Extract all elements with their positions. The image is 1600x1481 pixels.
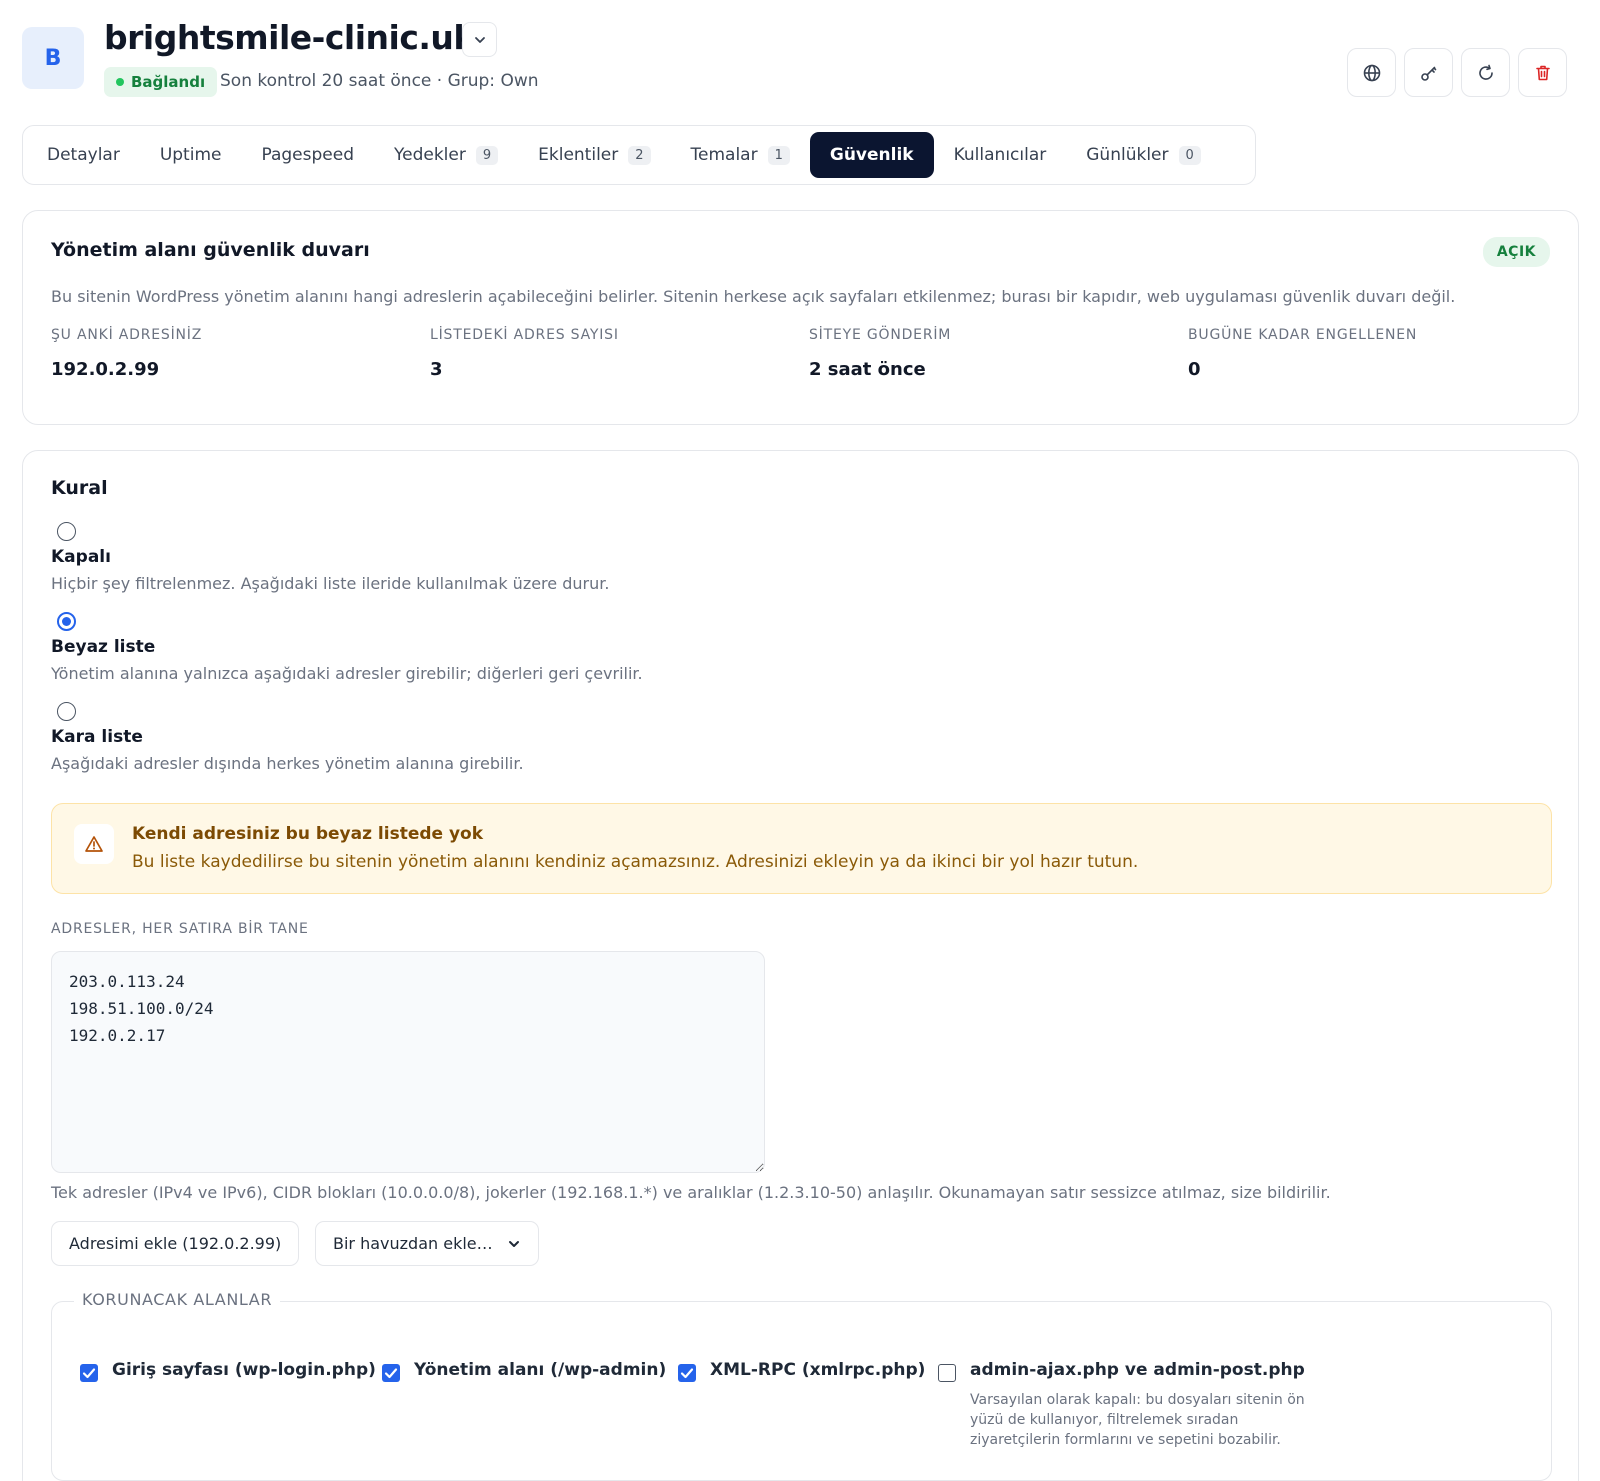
chevron-down-icon <box>474 36 485 43</box>
wp-admin-checkbox[interactable] <box>382 1364 400 1382</box>
tab-security[interactable]: Güvenlik <box>809 132 934 178</box>
stat-last-push: SİTEYE GÖNDERİM 2 saat önce <box>809 327 951 380</box>
rule-option-desc: Hiçbir şey filtrelenmez. Aşağıdaki liste… <box>51 574 610 593</box>
pool-select[interactable]: Bir havuzdan ekle… <box>315 1221 539 1266</box>
tab-count-badge: 0 <box>1178 145 1201 165</box>
admin-ajax-checkbox[interactable] <box>938 1364 956 1382</box>
addresses-help: Tek adresler (IPv4 ve IPv6), CIDR blokla… <box>51 1183 1331 1202</box>
rule-option-title: Kara liste <box>51 727 143 747</box>
warning-title: Kendi adresiniz bu beyaz listede yok <box>132 824 484 844</box>
rule-blacklist-radio[interactable] <box>57 702 76 721</box>
stat-value: 0 <box>1188 359 1201 380</box>
tab-count-badge: 1 <box>767 145 790 165</box>
refresh-button[interactable] <box>1461 48 1510 97</box>
tab-label: Eklentiler <box>538 145 619 165</box>
rule-whitelist-radio[interactable] <box>57 612 76 631</box>
key-icon <box>1420 66 1436 81</box>
wp-login-checkbox[interactable] <box>80 1364 98 1382</box>
tab-label: Günlükler <box>1086 145 1169 165</box>
open-site-button[interactable] <box>1347 48 1396 97</box>
status-dot <box>116 78 124 86</box>
globe-icon <box>1363 64 1380 81</box>
rule-option-desc: Yönetim alanına yalnızca aşağıdaki adres… <box>51 664 643 683</box>
tab-label: Uptime <box>159 145 222 165</box>
tab-logs[interactable]: Günlükler 0 <box>1066 132 1221 178</box>
address-line: 198.51.100.0/24 <box>69 999 214 1018</box>
status-label: Bağlandı <box>131 73 206 91</box>
address-line: 192.0.2.17 <box>69 1026 166 1045</box>
chevron-down-icon <box>508 1240 519 1247</box>
stat-label: BUGÜNE KADAR ENGELLENEN <box>1188 327 1418 343</box>
tab-label: Temalar <box>690 145 758 165</box>
warning-icon <box>85 836 103 852</box>
rule-card: Kural Kapalı Hiçbir şey filtrelenmez. Aş… <box>22 450 1579 1481</box>
delete-site-button[interactable] <box>1518 48 1567 97</box>
check-icon <box>82 1368 96 1379</box>
xmlrpc-checkbox[interactable] <box>678 1364 696 1382</box>
site-title: brightsmile-clinic.uk <box>104 18 475 57</box>
stat-address-count: LİSTEDEKİ ADRES SAYISI 3 <box>430 327 619 380</box>
refresh-icon <box>1478 64 1493 80</box>
admin-ajax-note: Varsayılan olarak kapalı: bu dosyaları s… <box>970 1392 1305 1448</box>
checkbox-label: XML-RPC (xmlrpc.php) <box>710 1360 926 1380</box>
rule-off-radio[interactable] <box>57 522 76 541</box>
addresses-label: ADRESLER, HER SATIRA BİR TANE <box>51 921 309 937</box>
check-icon <box>680 1368 694 1379</box>
checkbox-label: Yönetim alanı (/wp-admin) <box>414 1360 667 1380</box>
stat-value: 3 <box>430 359 443 380</box>
firewall-state-badge: AÇIK <box>1482 237 1550 267</box>
trash-icon <box>1535 65 1550 80</box>
protected-areas-fieldset: KORUNACAK ALANLAR Giriş sayfası (wp-logi… <box>51 1290 1552 1481</box>
tab-label: Detaylar <box>47 145 120 165</box>
stat-label: LİSTEDEKİ ADRES SAYISI <box>430 327 619 343</box>
check-icon <box>384 1368 398 1379</box>
address-line: 203.0.113.24 <box>69 972 185 991</box>
rule-option-title: Beyaz liste <box>51 637 156 657</box>
pool-select-value: Bir havuzdan ekle… <box>333 1234 493 1253</box>
site-avatar: B <box>22 27 84 89</box>
connection-status-badge: Bağlandı <box>104 67 218 97</box>
tab-pagespeed[interactable]: Pagespeed <box>241 132 374 178</box>
tab-label: Güvenlik <box>829 145 914 165</box>
tab-users[interactable]: Kullanıcılar <box>934 132 1067 178</box>
avatar-letter: B <box>44 45 62 71</box>
stat-blocked-total: BUGÜNE KADAR ENGELLENEN 0 <box>1188 327 1417 380</box>
warning-icon-box <box>74 824 114 864</box>
stat-value: 192.0.2.99 <box>51 359 160 380</box>
add-my-address-button[interactable]: Adresimi ekle (192.0.2.99) <box>51 1221 300 1266</box>
firewall-title: Yönetim alanı güvenlik duvarı <box>51 239 370 261</box>
tab-label: Pagespeed <box>261 145 354 165</box>
tab-details[interactable]: Detaylar <box>27 132 140 178</box>
checkbox-label: admin-ajax.php ve admin-post.php <box>970 1360 1305 1380</box>
tab-backups[interactable]: Yedekler 9 <box>374 132 518 178</box>
tab-count-badge: 9 <box>475 145 499 165</box>
warning-text: Bu liste kaydedilirse bu sitenin yönetim… <box>132 852 1139 872</box>
tab-label: Yedekler <box>394 145 466 165</box>
addresses-textarea[interactable]: 203.0.113.24 198.51.100.0/24 192.0.2.17 <box>51 951 765 1173</box>
rule-option-desc: Aşağıdaki adresler dışında herkes yöneti… <box>51 754 524 773</box>
lockout-warning: Kendi adresiniz bu beyaz listede yok Bu … <box>51 803 1552 894</box>
tab-uptime[interactable]: Uptime <box>140 132 242 178</box>
tab-bar: Detaylar Uptime Pagespeed Yedekler 9 Ekle… <box>22 125 1256 185</box>
tab-themes[interactable]: Temalar 1 <box>671 132 810 178</box>
checkbox-label: Giriş sayfası (wp-login.php) <box>112 1360 376 1380</box>
firewall-description: Bu sitenin WordPress yönetim alanını han… <box>51 287 1456 306</box>
stat-label: ŞU ANKİ ADRESİNİZ <box>51 327 203 343</box>
last-check-info: Son kontrol 20 saat önce · Grup: Own <box>220 71 539 91</box>
tab-label: Kullanıcılar <box>953 145 1047 165</box>
stat-label: SİTEYE GÖNDERİM <box>809 327 952 343</box>
rule-section-title: Kural <box>51 477 108 499</box>
tab-count-badge: 2 <box>628 145 651 165</box>
site-switcher-button[interactable] <box>462 22 497 57</box>
rule-option-title: Kapalı <box>51 547 111 567</box>
fieldset-legend: KORUNACAK ALANLAR <box>74 1290 281 1309</box>
stat-current-address: ŞU ANKİ ADRESİNİZ 192.0.2.99 <box>51 327 202 380</box>
button-label: Adresimi ekle (192.0.2.99) <box>69 1234 282 1253</box>
stat-value: 2 saat önce <box>809 359 926 380</box>
tab-plugins[interactable]: Eklentiler 2 <box>518 132 670 178</box>
firewall-summary-card: Yönetim alanı güvenlik duvarı AÇIK Bu si… <box>22 210 1579 425</box>
login-key-button[interactable] <box>1404 48 1453 97</box>
